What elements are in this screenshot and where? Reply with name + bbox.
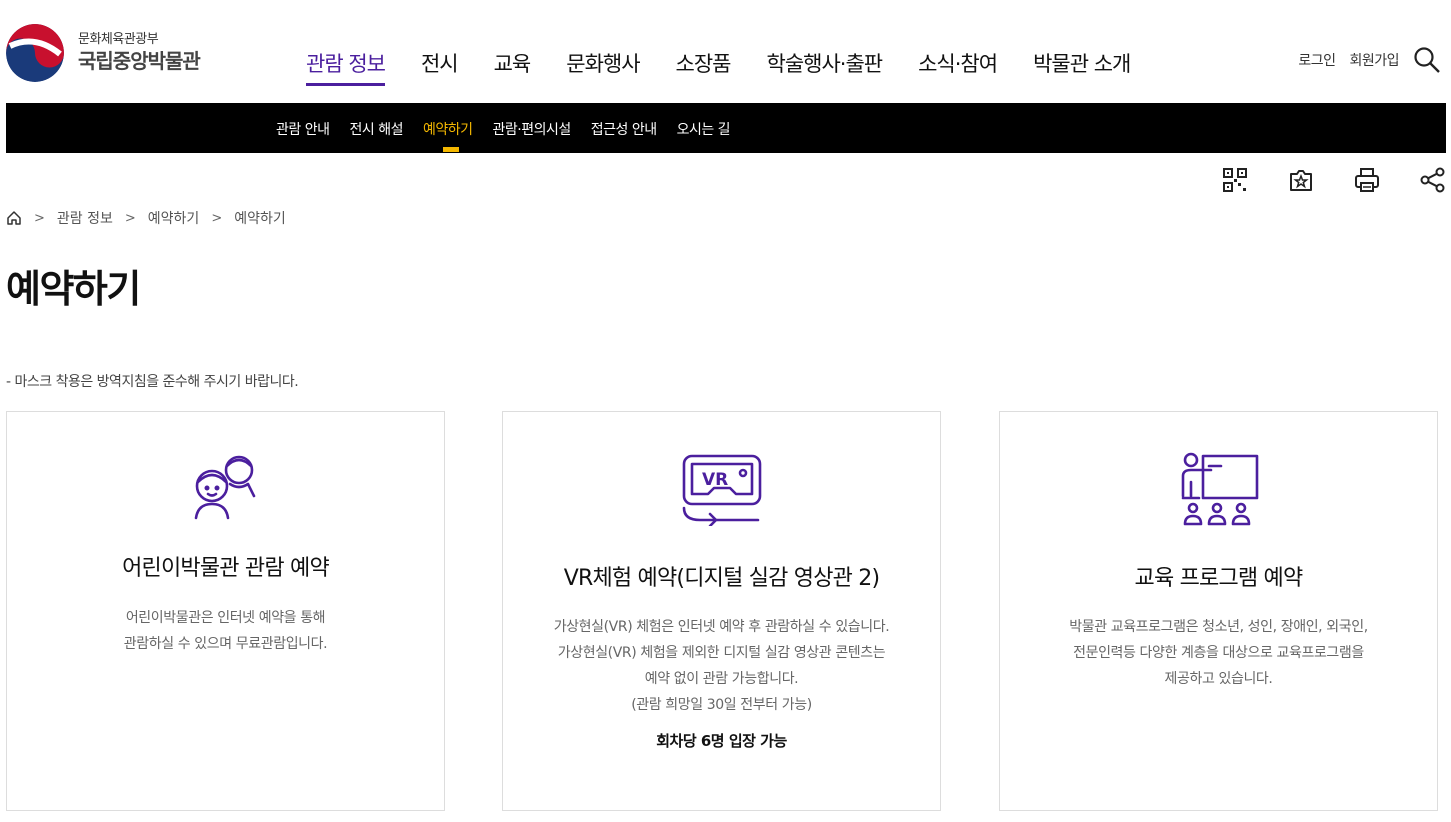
page-tools (1221, 166, 1447, 194)
card-description: 가상현실(VR) 체험은 인터넷 예약 후 관람하실 수 있습니다. 가상현실(… (503, 614, 940, 718)
reservation-card-vr[interactable]: VR VR체험 예약(디지털 실감 영상관 2) 가상현실(VR) 체험은 인터… (502, 411, 941, 811)
site-logo[interactable]: 문화체육관광부 국립중앙박물관 (6, 24, 201, 82)
education-icon (1181, 452, 1258, 526)
signup-link[interactable]: 회원가입 (1349, 50, 1399, 70)
login-link[interactable]: 로그인 (1298, 50, 1336, 70)
subnav-visit-guide[interactable]: 관람 안내 (276, 119, 330, 139)
card-title: VR체험 예약(디지털 실감 영상관 2) (563, 566, 880, 591)
card-title: 어린이박물관 관람 예약 (122, 556, 330, 581)
chevron-right-icon: > (34, 210, 45, 226)
card-title: 교육 프로그램 예약 (1134, 566, 1304, 591)
share-icon[interactable] (1419, 166, 1447, 194)
bookmark-icon[interactable] (1287, 166, 1315, 194)
card-desc-line: 어린이박물관은 인터넷 예약을 통해 (125, 610, 326, 626)
card-desc-line: 박물관 교육프로그램은 청소년, 성인, 장애인, 외국인, (1069, 619, 1368, 635)
vr-headset-icon: VR (682, 454, 761, 526)
qr-code-icon[interactable] (1221, 166, 1249, 194)
card-desc-line: 제공하고 있습니다. (1164, 671, 1273, 687)
card-description: 박물관 교육프로그램은 청소년, 성인, 장애인, 외국인, 전문인력등 다양한… (1000, 614, 1437, 692)
reservation-card-education[interactable]: 교육 프로그램 예약 박물관 교육프로그램은 청소년, 성인, 장애인, 외국인… (999, 411, 1438, 811)
card-desc-line: (관람 희망일 30일 전부터 가능) (631, 697, 812, 713)
subnav-reservation[interactable]: 예약하기 (423, 119, 473, 152)
svg-text:VR: VR (702, 470, 728, 490)
card-desc-line: 가상현실(VR) 체험을 제외한 디지털 실감 영상관 콘텐츠는 (557, 645, 886, 661)
taegeuk-emblem-icon (6, 24, 64, 82)
subnav-facilities[interactable]: 관람·편의시설 (493, 119, 572, 139)
museum-name: 국립중앙박물관 (78, 49, 201, 73)
chevron-right-icon: > (211, 210, 223, 226)
card-desc-line: 가상현실(VR) 체험은 인터넷 예약 후 관람하실 수 있습니다. (553, 619, 890, 635)
card-desc-line: 관람하실 수 있으며 무료관람입니다. (123, 636, 328, 652)
children-icon (194, 455, 255, 520)
subnav-accessibility[interactable]: 접근성 안내 (591, 119, 657, 139)
reservation-card-children[interactable]: 어린이박물관 관람 예약 어린이박물관은 인터넷 예약을 통해 관람하실 수 있… (6, 411, 445, 811)
nav-news[interactable]: 소식·참여 (918, 48, 998, 84)
nav-education[interactable]: 교육 (494, 48, 532, 84)
site-header: 문화체육관광부 국립중앙박물관 관람 정보 전시 교육 문화행사 소장품 학술행… (0, 0, 1451, 103)
nav-visit-info[interactable]: 관람 정보 (306, 48, 386, 86)
chevron-right-icon: > (124, 210, 136, 226)
search-icon[interactable] (1413, 46, 1441, 74)
utility-links: 로그인 회원가입 (1298, 46, 1441, 74)
nav-events[interactable]: 문화행사 (566, 48, 640, 84)
ministry-name: 문화체육관광부 (78, 32, 159, 47)
mask-notice: - 마스크 착용은 방역지침을 준수해 주시기 바랍니다. (6, 374, 299, 390)
main-nav: 관람 정보 전시 교육 문화행사 소장품 학술행사·출판 소식·참여 박물관 소… (306, 48, 1131, 86)
sub-nav: 관람 안내 전시 해설 예약하기 관람·편의시설 접근성 안내 오시는 길 (6, 103, 1446, 153)
home-icon[interactable] (6, 210, 22, 226)
breadcrumb: > 관람 정보 > 예약하기 > 예약하기 (6, 208, 286, 228)
subnav-exhibit-guide[interactable]: 전시 해설 (349, 119, 403, 139)
page-title: 예약하기 (6, 267, 141, 311)
nav-about[interactable]: 박물관 소개 (1033, 48, 1131, 84)
breadcrumb-item-current[interactable]: 예약하기 (234, 208, 286, 228)
card-capacity-note: 회차당 6명 입장 가능 (656, 732, 787, 750)
nav-exhibition[interactable]: 전시 (421, 48, 459, 84)
card-description: 어린이박물관은 인터넷 예약을 통해 관람하실 수 있으며 무료관람입니다. (7, 605, 444, 657)
breadcrumb-item[interactable]: 관람 정보 (57, 208, 113, 228)
card-desc-line: 예약 없이 관람 가능합니다. (644, 671, 799, 687)
print-icon[interactable] (1353, 166, 1381, 194)
card-desc-line: 전문인력등 다양한 계층을 대상으로 교육프로그램을 (1073, 645, 1364, 661)
nav-collection[interactable]: 소장품 (676, 48, 732, 84)
nav-academic[interactable]: 학술행사·출판 (767, 48, 884, 84)
subnav-directions[interactable]: 오시는 길 (677, 119, 731, 139)
breadcrumb-item[interactable]: 예약하기 (148, 208, 200, 228)
